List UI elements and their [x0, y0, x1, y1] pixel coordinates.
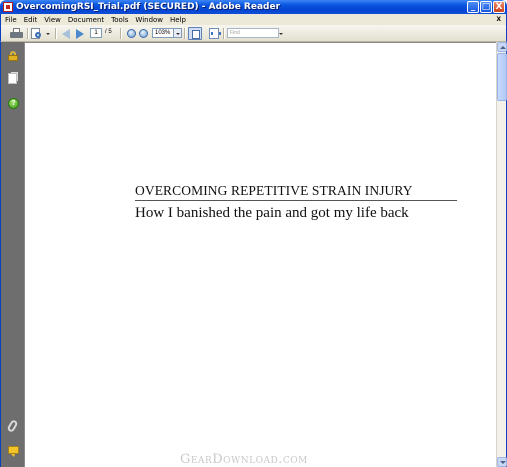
menu-view[interactable]: View	[44, 16, 61, 24]
fit-page-icon[interactable]	[188, 27, 202, 40]
printer-icon[interactable]	[10, 28, 23, 39]
prev-page-icon[interactable]	[62, 29, 70, 39]
pages-icon[interactable]	[8, 73, 17, 84]
lock-icon[interactable]	[8, 51, 18, 61]
watermark: GearDownload.com	[180, 452, 308, 467]
menu-bar: File Edit View Document Tools Window Hel…	[0, 14, 507, 25]
close-document-button[interactable]: x	[497, 14, 501, 23]
close-button[interactable]: X	[493, 1, 505, 13]
find-input[interactable]: Find	[227, 28, 279, 38]
comments-icon[interactable]	[8, 446, 19, 457]
toolbar-separator	[120, 28, 121, 39]
window-title: OvercomingRSI_Trial.pdf (SECURED) - Adob…	[16, 2, 281, 12]
toolbar-separator	[27, 28, 28, 39]
toolbar-separator	[55, 28, 56, 39]
attach-icon[interactable]	[6, 419, 19, 433]
scroll-thumb[interactable]	[497, 53, 507, 101]
zoom-level-input[interactable]: 103%	[152, 28, 174, 38]
menu-edit[interactable]: Edit	[24, 16, 38, 24]
navigation-panel: ?	[0, 42, 24, 467]
menu-help[interactable]: Help	[170, 16, 186, 24]
help-icon[interactable]: ?	[8, 98, 19, 109]
menu-document[interactable]: Document	[68, 16, 104, 24]
zoom-dropdown-button[interactable]	[174, 28, 182, 38]
zoom-in-icon[interactable]	[139, 29, 148, 38]
vertical-scrollbar[interactable]	[496, 42, 507, 467]
minimize-button[interactable]: _	[467, 1, 479, 13]
toolbar: 1 / 5 103% Find	[0, 25, 507, 42]
page-number-input[interactable]: 1	[90, 28, 102, 38]
menu-tools[interactable]: Tools	[111, 16, 128, 24]
menu-file[interactable]: File	[5, 16, 17, 24]
find-dropdown-icon[interactable]	[279, 33, 283, 35]
page-total: / 5	[105, 29, 112, 35]
adobe-reader-icon	[3, 2, 13, 12]
document-title: OVERCOMING REPETITIVE STRAIN INJURY	[135, 183, 457, 201]
fit-width-icon[interactable]	[209, 28, 221, 39]
next-page-icon[interactable]	[76, 29, 84, 39]
scroll-down-button[interactable]	[497, 457, 507, 467]
window-controls: _ □ X	[467, 1, 505, 13]
title-bar[interactable]: OvercomingRSI_Trial.pdf (SECURED) - Adob…	[0, 0, 507, 14]
search-doc-icon[interactable]	[31, 28, 42, 39]
toolbar-separator	[184, 28, 185, 39]
maximize-button[interactable]: □	[480, 1, 492, 13]
menu-window[interactable]: Window	[135, 16, 163, 24]
scroll-up-button[interactable]	[497, 42, 507, 52]
document-view[interactable]: OVERCOMING REPETITIVE STRAIN INJURY How …	[24, 42, 496, 467]
toolbar-separator	[223, 28, 224, 39]
search-dropdown-icon[interactable]	[46, 33, 50, 35]
zoom-out-icon[interactable]	[127, 29, 136, 38]
document-subtitle: How I banished the pain and got my life …	[135, 205, 409, 221]
